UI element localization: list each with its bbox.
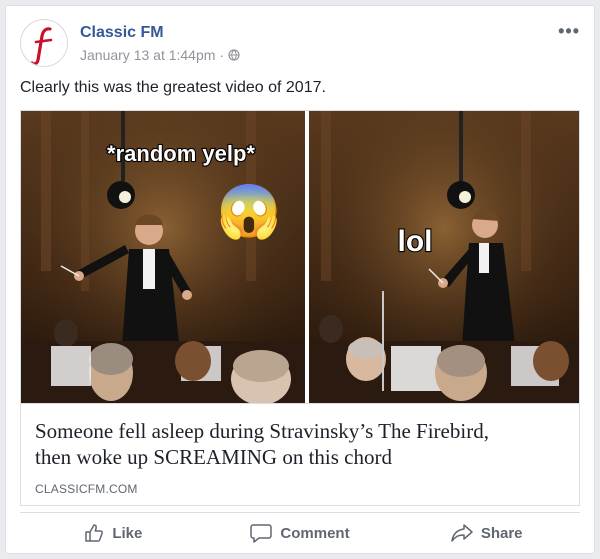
- action-bar: Like Comment Share: [20, 514, 580, 552]
- post-timestamp[interactable]: January 13 at 1:44pm: [80, 47, 215, 63]
- comment-icon: [250, 524, 273, 543]
- classicfm-logo-icon: [22, 21, 67, 66]
- right-panel: lol: [309, 111, 579, 403]
- post-header: Classic FM January 13 at 1:44pm · •••: [20, 19, 580, 69]
- page-name-link[interactable]: Classic FM: [80, 24, 164, 42]
- post-card: Classic FM January 13 at 1:44pm · ••• Cl…: [5, 5, 595, 554]
- comment-button[interactable]: Comment: [207, 514, 394, 552]
- link-title-line-1: Someone fell asleep during Stravinsky’s …: [35, 419, 489, 443]
- link-title-line-2: then woke up SCREAMING on this chord: [35, 445, 392, 469]
- more-options-button[interactable]: •••: [558, 21, 580, 42]
- actions-divider: [20, 512, 580, 513]
- page-avatar[interactable]: [20, 19, 68, 67]
- scream-emoji: 😱: [217, 183, 282, 242]
- link-title[interactable]: Someone fell asleep during Stravinsky’s …: [35, 418, 565, 470]
- share-icon: [451, 524, 473, 542]
- left-caption: *random yelp*: [107, 141, 255, 166]
- right-caption: lol: [398, 225, 433, 258]
- like-button[interactable]: Like: [20, 514, 207, 552]
- link-preview[interactable]: *random yelp* 😱 lol Someone fell asleep …: [20, 110, 580, 506]
- share-button[interactable]: Share: [393, 514, 580, 552]
- link-image[interactable]: *random yelp* 😱 lol: [21, 111, 579, 403]
- post-text: Clearly this was the greatest video of 2…: [20, 79, 326, 96]
- post-meta: January 13 at 1:44pm ·: [80, 47, 240, 63]
- comment-label: Comment: [280, 524, 350, 542]
- like-label: Like: [112, 524, 143, 542]
- meta-separator: ·: [219, 47, 225, 63]
- thumbs-up-icon: [85, 524, 104, 542]
- meme-image: *random yelp* 😱 lol: [21, 111, 579, 403]
- share-label: Share: [480, 524, 523, 542]
- link-domain: CLASSICFM.COM: [35, 482, 138, 496]
- left-panel: *random yelp* 😱: [21, 111, 305, 403]
- link-info[interactable]: Someone fell asleep during Stravinsky’s …: [21, 403, 579, 505]
- globe-icon[interactable]: [228, 49, 240, 61]
